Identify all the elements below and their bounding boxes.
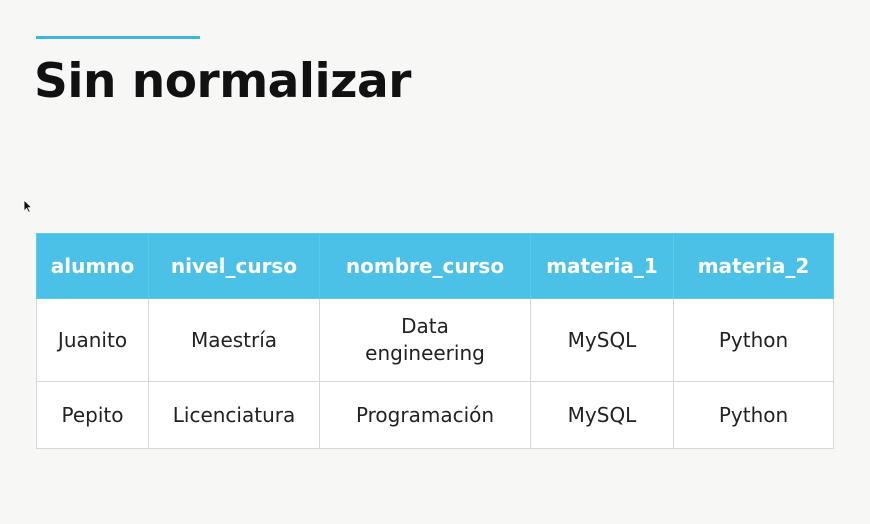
cell-alumno: Pepito — [36, 381, 149, 449]
table-row: Pepito Licenciatura Programación MySQL P… — [36, 381, 834, 449]
table-row: Juanito Maestría Data engineering MySQL … — [36, 298, 834, 382]
column-header-alumno: alumno — [36, 233, 149, 299]
table-header-row: alumno nivel_curso nombre_curso materia_… — [36, 233, 834, 299]
cell-materia-1: MySQL — [530, 298, 674, 382]
cell-nivel-curso: Maestría — [148, 298, 320, 382]
slide-title: Sin normalizar — [34, 54, 411, 109]
column-header-nombre-curso: nombre_curso — [319, 233, 531, 299]
cell-nombre-curso: Programación — [319, 381, 531, 449]
cell-alumno: Juanito — [36, 298, 149, 382]
cell-nombre-curso: Data engineering — [319, 298, 531, 382]
mouse-pointer-icon — [23, 199, 33, 213]
data-table-container: alumno nivel_curso nombre_curso materia_… — [36, 233, 834, 449]
unnormalized-table: alumno nivel_curso nombre_curso materia_… — [36, 233, 834, 449]
cell-materia-1: MySQL — [530, 381, 674, 449]
cell-materia-2: Python — [673, 381, 834, 449]
column-header-materia-2: materia_2 — [673, 233, 834, 299]
cell-nivel-curso: Licenciatura — [148, 381, 320, 449]
column-header-materia-1: materia_1 — [530, 233, 674, 299]
column-header-nivel-curso: nivel_curso — [148, 233, 320, 299]
title-accent-line — [36, 36, 200, 39]
cell-materia-2: Python — [673, 298, 834, 382]
